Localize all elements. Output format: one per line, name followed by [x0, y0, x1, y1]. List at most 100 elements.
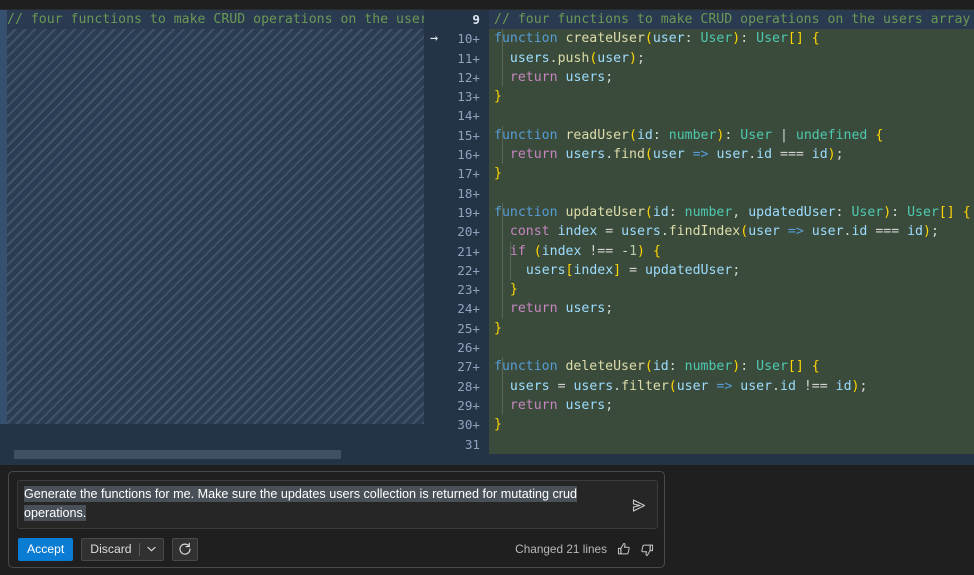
- gutter-line-14: 14+: [424, 106, 489, 125]
- inline-chat-widget: Generate the functions for me. Make sure…: [8, 471, 665, 568]
- gutter-line-9: 9: [424, 10, 489, 29]
- gutter-line-31: 31: [424, 435, 489, 454]
- gutter-line-25: 25+: [424, 319, 489, 338]
- thumbs-up-icon[interactable]: [616, 542, 631, 557]
- code-line[interactable]: function deleteUser(id: number): User[] …: [489, 357, 974, 376]
- gutter-line-21: 21+: [424, 242, 489, 261]
- gutter-line-label: 29+: [457, 398, 480, 413]
- code-line[interactable]: [489, 338, 974, 357]
- code-line[interactable]: function createUser(user: User): User[] …: [489, 29, 974, 48]
- gutter-line-29: 29+: [424, 396, 489, 415]
- diff-change-accent-bar: [0, 10, 7, 424]
- gutter-line-label: 9: [472, 12, 480, 27]
- accept-button[interactable]: Accept: [18, 538, 73, 561]
- gutter-line-label: 21+: [457, 244, 480, 259]
- gutter-line-label: 28+: [457, 379, 480, 394]
- code-line[interactable]: const index = users.findIndex(user => us…: [489, 222, 974, 241]
- indent-guide: [510, 242, 511, 281]
- chat-status-group: Changed 21 lines: [515, 542, 657, 557]
- chat-input-container[interactable]: Generate the functions for me. Make sure…: [17, 480, 658, 529]
- code-line[interactable]: }: [489, 280, 974, 299]
- code-line[interactable]: users.push(user);: [489, 49, 974, 68]
- gutter-line-30: 30+: [424, 415, 489, 434]
- gutter-line-17: 17+: [424, 164, 489, 183]
- code-line[interactable]: [489, 106, 974, 125]
- code-line[interactable]: users = users.filter(user => user.id !==…: [489, 377, 974, 396]
- code-line[interactable]: return users.find(user => user.id === id…: [489, 145, 974, 164]
- indent-guide: [502, 126, 503, 165]
- modified-empty-area: [489, 454, 974, 465]
- code-line[interactable]: // four functions to make CRUD operation…: [489, 10, 974, 29]
- gutter-line-24: 24+: [424, 299, 489, 318]
- code-line[interactable]: [489, 184, 974, 203]
- gutter-line-label: 14+: [457, 108, 480, 123]
- gutter-line-18: 18+: [424, 184, 489, 203]
- indent-guide: [502, 357, 503, 415]
- gutter-line-label: 19+: [457, 205, 480, 220]
- chevron-down-icon[interactable]: [140, 539, 163, 560]
- code-line[interactable]: }: [489, 164, 974, 183]
- chat-prompt-selection: Generate the functions for me. Make sure…: [24, 486, 577, 521]
- refresh-icon[interactable]: [172, 538, 198, 561]
- gutter-line-label: 23+: [457, 282, 480, 297]
- discard-button-label[interactable]: Discard: [82, 539, 138, 560]
- gutter-line-label: 18+: [457, 186, 480, 201]
- code-line[interactable]: function updateUser(id: number, updatedU…: [489, 203, 974, 222]
- chat-prompt-text[interactable]: Generate the functions for me. Make sure…: [24, 485, 604, 523]
- diff-original-pane: // four functions to make CRUD operation…: [0, 10, 424, 465]
- cursor-arrow-icon: →: [430, 29, 438, 48]
- gutter-line-12: 12+: [424, 68, 489, 87]
- top-bar: [0, 0, 974, 10]
- gutter-line-label: 16+: [457, 147, 480, 162]
- gutter-line-label: 10+: [457, 31, 480, 46]
- gutter-line-label: 12+: [457, 70, 480, 85]
- send-icon[interactable]: [627, 494, 651, 516]
- gutter-line-20: 20+: [424, 222, 489, 241]
- gutter-line-16: 16+: [424, 145, 489, 164]
- indent-guide: [502, 203, 503, 319]
- gutter-line-19: 19+: [424, 203, 489, 222]
- code-line[interactable]: }: [489, 87, 974, 106]
- diff-modified-pane[interactable]: // four functions to make CRUD operation…: [489, 10, 974, 465]
- gutter-line-26: 26+: [424, 338, 489, 357]
- gutter-line-label: 15+: [457, 128, 480, 143]
- original-hscrollbar-thumb[interactable]: [14, 450, 341, 459]
- gutter-line-23: 23+: [424, 280, 489, 299]
- gutter-line-label: 30+: [457, 417, 480, 432]
- chat-toolbar: Accept Discard Changed 21 lines: [18, 536, 657, 562]
- gutter-line-22: 22+: [424, 261, 489, 280]
- code-line[interactable]: }: [489, 415, 974, 434]
- code-line[interactable]: if (index !== -1) {: [489, 242, 974, 261]
- gutter-line-label: 26+: [457, 340, 480, 355]
- gutter-line-label: 25+: [457, 321, 480, 336]
- gutter-line-15: 15+: [424, 126, 489, 145]
- code-line[interactable]: function readUser(id: number): User | un…: [489, 126, 974, 145]
- gutter-line-28: 28+: [424, 377, 489, 396]
- diff-editor: // four functions to make CRUD operation…: [0, 10, 974, 465]
- code-line[interactable]: [489, 435, 974, 454]
- discard-split-button[interactable]: Discard: [81, 538, 163, 561]
- changed-lines-status: Changed 21 lines: [515, 542, 607, 556]
- original-hscrollbar-track[interactable]: [7, 453, 417, 462]
- gutter-line-11: 11+: [424, 49, 489, 68]
- gutter-line-27: 27+: [424, 357, 489, 376]
- code-line[interactable]: }: [489, 319, 974, 338]
- gutter-line-label: 27+: [457, 359, 480, 374]
- gutter-line-10: → 10+: [424, 29, 489, 48]
- code-line[interactable]: return users;: [489, 396, 974, 415]
- code-line[interactable]: users[index] = updatedUser;: [489, 261, 974, 280]
- gutter-line-label: 11+: [457, 51, 480, 66]
- gutter-line-label: 24+: [457, 301, 480, 316]
- gutter-line-label: 31: [465, 437, 480, 452]
- original-context-line: // four functions to make CRUD operation…: [7, 10, 424, 29]
- gutter-line-label: 17+: [457, 166, 480, 181]
- app-root: // four functions to make CRUD operation…: [0, 0, 974, 575]
- diff-deleted-hatch-region: [7, 29, 424, 424]
- code-line[interactable]: return users;: [489, 299, 974, 318]
- gutter-line-label: 22+: [457, 263, 480, 278]
- code-line[interactable]: return users;: [489, 68, 974, 87]
- thumbs-down-icon[interactable]: [640, 542, 655, 557]
- line-number-gutter: 9 → 10+ 11+ 12+ 13+ 14+ 15+ 16+ 17+ 18+ 19+ 20+ 21+ 22…: [424, 10, 489, 465]
- gutter-line-13: 13+: [424, 87, 489, 106]
- gutter-line-label: 20+: [457, 224, 480, 239]
